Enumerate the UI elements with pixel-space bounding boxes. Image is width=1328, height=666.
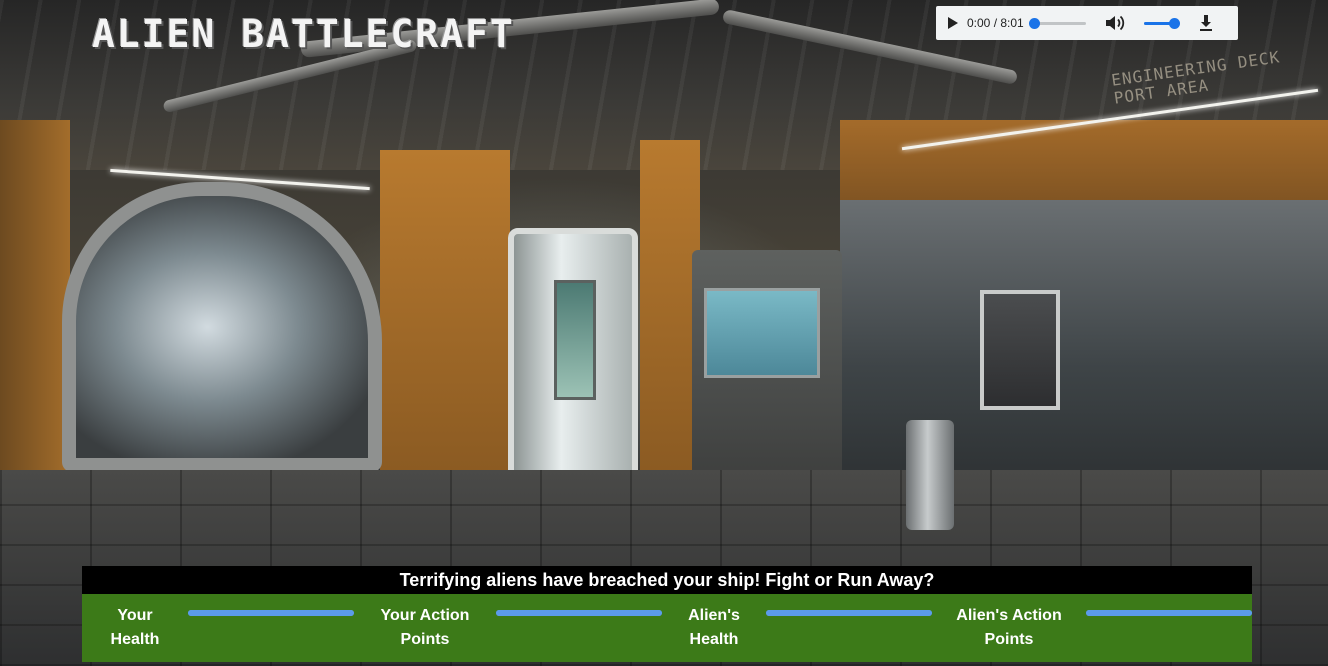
time-display: 0:00 / 8:01 (967, 16, 1024, 30)
seek-thumb[interactable] (1028, 17, 1040, 29)
your-health-label: Your Health (110, 607, 160, 648)
spacesuit-alcove (980, 290, 1060, 410)
status-message: Terrifying aliens have breached your shi… (82, 566, 1252, 594)
console-screen (704, 288, 820, 378)
alien-health-label: Alien's Health (688, 607, 740, 648)
alien-health-bar (766, 610, 932, 616)
bulkhead-door (508, 228, 638, 496)
wall-panel (640, 140, 700, 480)
alien-health-fill (766, 610, 932, 616)
play-icon[interactable] (948, 17, 958, 29)
circular-doorway (62, 182, 382, 472)
right-wall-upper (840, 120, 1328, 210)
canister (906, 420, 954, 530)
your-health-fill (188, 610, 354, 616)
volume-thumb[interactable] (1168, 17, 1180, 29)
door-window (554, 280, 596, 400)
wall-panel (380, 150, 510, 480)
your-action-points-fill (496, 610, 662, 616)
alien-action-points-bar (1086, 610, 1252, 616)
status-panel: Terrifying aliens have breached your shi… (82, 566, 1252, 662)
download-icon[interactable] (1198, 14, 1214, 32)
alien-action-points-fill (1086, 610, 1252, 616)
seek-slider[interactable] (1028, 17, 1086, 29)
audio-player[interactable]: 0:00 / 8:01 (936, 6, 1238, 40)
stats-bar: Your Health Your Action Points Alien's H… (82, 594, 1252, 662)
alien-action-points-label: Alien's Action Points (956, 607, 1062, 648)
game-title: ALIEN BATTLECRAFT (92, 12, 515, 56)
volume-slider[interactable] (1143, 17, 1180, 29)
your-health-bar (188, 610, 354, 616)
volume-icon[interactable] (1104, 13, 1126, 33)
your-action-points-label: Your Action Points (380, 607, 470, 648)
your-action-points-bar (496, 610, 662, 616)
